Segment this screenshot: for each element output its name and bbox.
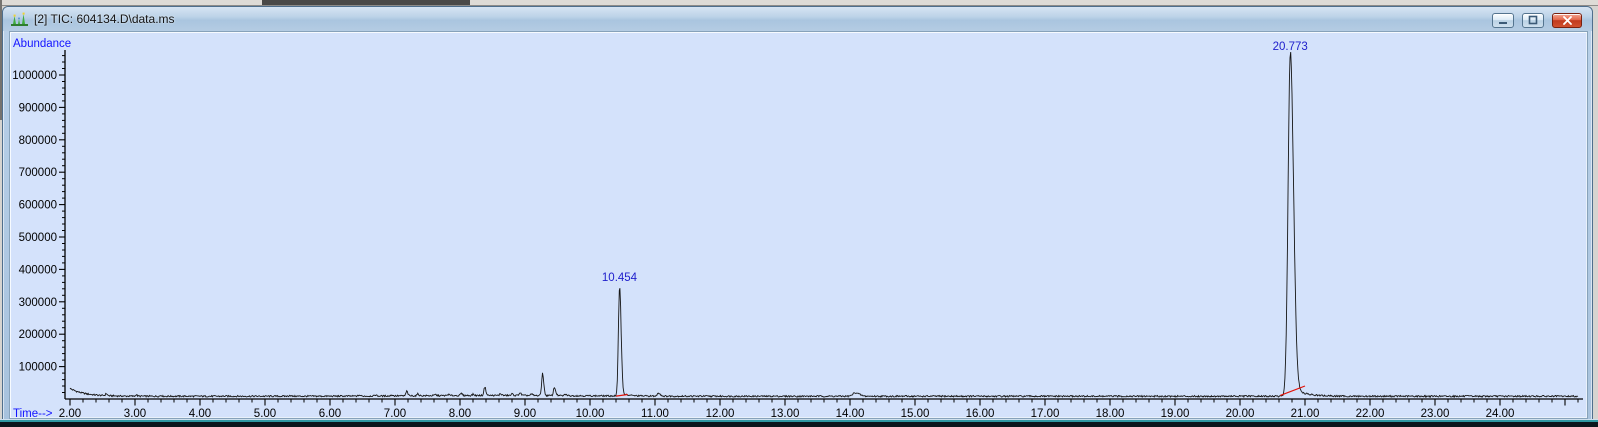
- x-tick-label: 13.00: [771, 408, 800, 419]
- y-tick-label: 200000: [19, 329, 57, 341]
- y-tick-label: 1000000: [12, 70, 57, 82]
- y-tick-label: 500000: [19, 232, 57, 244]
- x-tick-label: 23.00: [1421, 408, 1450, 419]
- window-title: [2] TIC: 604134.D\data.ms: [34, 12, 175, 26]
- window-controls: [1492, 12, 1582, 28]
- y-axis-title: Abundance: [13, 38, 71, 50]
- x-tick-label: 7.00: [384, 408, 406, 419]
- x-tick-label: 15.00: [901, 408, 930, 419]
- x-tick-label: 16.00: [966, 408, 995, 419]
- x-tick-label: 8.00: [449, 408, 471, 419]
- background-window-edge: [262, 0, 470, 5]
- x-tick-label: 21.00: [1291, 408, 1320, 419]
- x-tick-label: 10.00: [576, 408, 605, 419]
- peak-label: 20.773: [1273, 41, 1308, 53]
- x-tick-label: 5.00: [254, 408, 276, 419]
- x-tick-label: 4.00: [189, 408, 211, 419]
- x-tick-label: 18.00: [1096, 408, 1125, 419]
- x-tick-label: 17.00: [1031, 408, 1060, 419]
- chromatogram-icon: [11, 12, 28, 27]
- x-tick-label: 20.00: [1226, 408, 1255, 419]
- tic-plot: 2.00 3.00 4.00 5.00 6.00 7.00 8.00 9.00 10.00 11.…: [12, 38, 1583, 419]
- y-tick-label: 700000: [19, 167, 57, 179]
- close-button[interactable]: [1552, 12, 1582, 28]
- x-tick-label: 24.00: [1486, 408, 1515, 419]
- chromatogram-panel[interactable]: 2.00 3.00 4.00 5.00 6.00 7.00 8.00 9.00 10.00 11.…: [9, 31, 1588, 419]
- integration-baseline: [615, 393, 628, 397]
- y-tick-label: 900000: [19, 102, 57, 114]
- y-tick-label: 300000: [19, 297, 57, 309]
- title-bar[interactable]: [2] TIC: 604134.D\data.ms: [3, 7, 1592, 31]
- x-tick-label: 12.00: [706, 408, 735, 419]
- x-tick-label: 14.00: [836, 408, 865, 419]
- x-tick-label: 19.00: [1161, 408, 1190, 419]
- y-tick-label: 800000: [19, 135, 57, 147]
- y-tick-label: 400000: [19, 264, 57, 276]
- x-tick-label: 2.00: [59, 408, 81, 419]
- x-tick-label: 3.00: [124, 408, 146, 419]
- x-tick-label: 9.00: [514, 408, 536, 419]
- peak-label: 10.454: [602, 272, 638, 284]
- y-tick-label: 600000: [19, 200, 57, 212]
- minimize-button[interactable]: [1492, 12, 1514, 28]
- tic-trace: [69, 51, 1579, 399]
- app-background-strip: [0, 419, 1598, 427]
- x-axis-title: Time-->: [13, 408, 53, 419]
- x-tick-label: 11.00: [641, 408, 669, 419]
- y-tick-label: 100000: [19, 362, 57, 374]
- x-tick-label: 6.00: [319, 408, 341, 419]
- maximize-button[interactable]: [1522, 12, 1544, 28]
- chromatogram-window: [2] TIC: 604134.D\data.ms 2.00 3.00 4.00 5.…: [2, 6, 1593, 421]
- x-tick-label: 22.00: [1356, 408, 1385, 419]
